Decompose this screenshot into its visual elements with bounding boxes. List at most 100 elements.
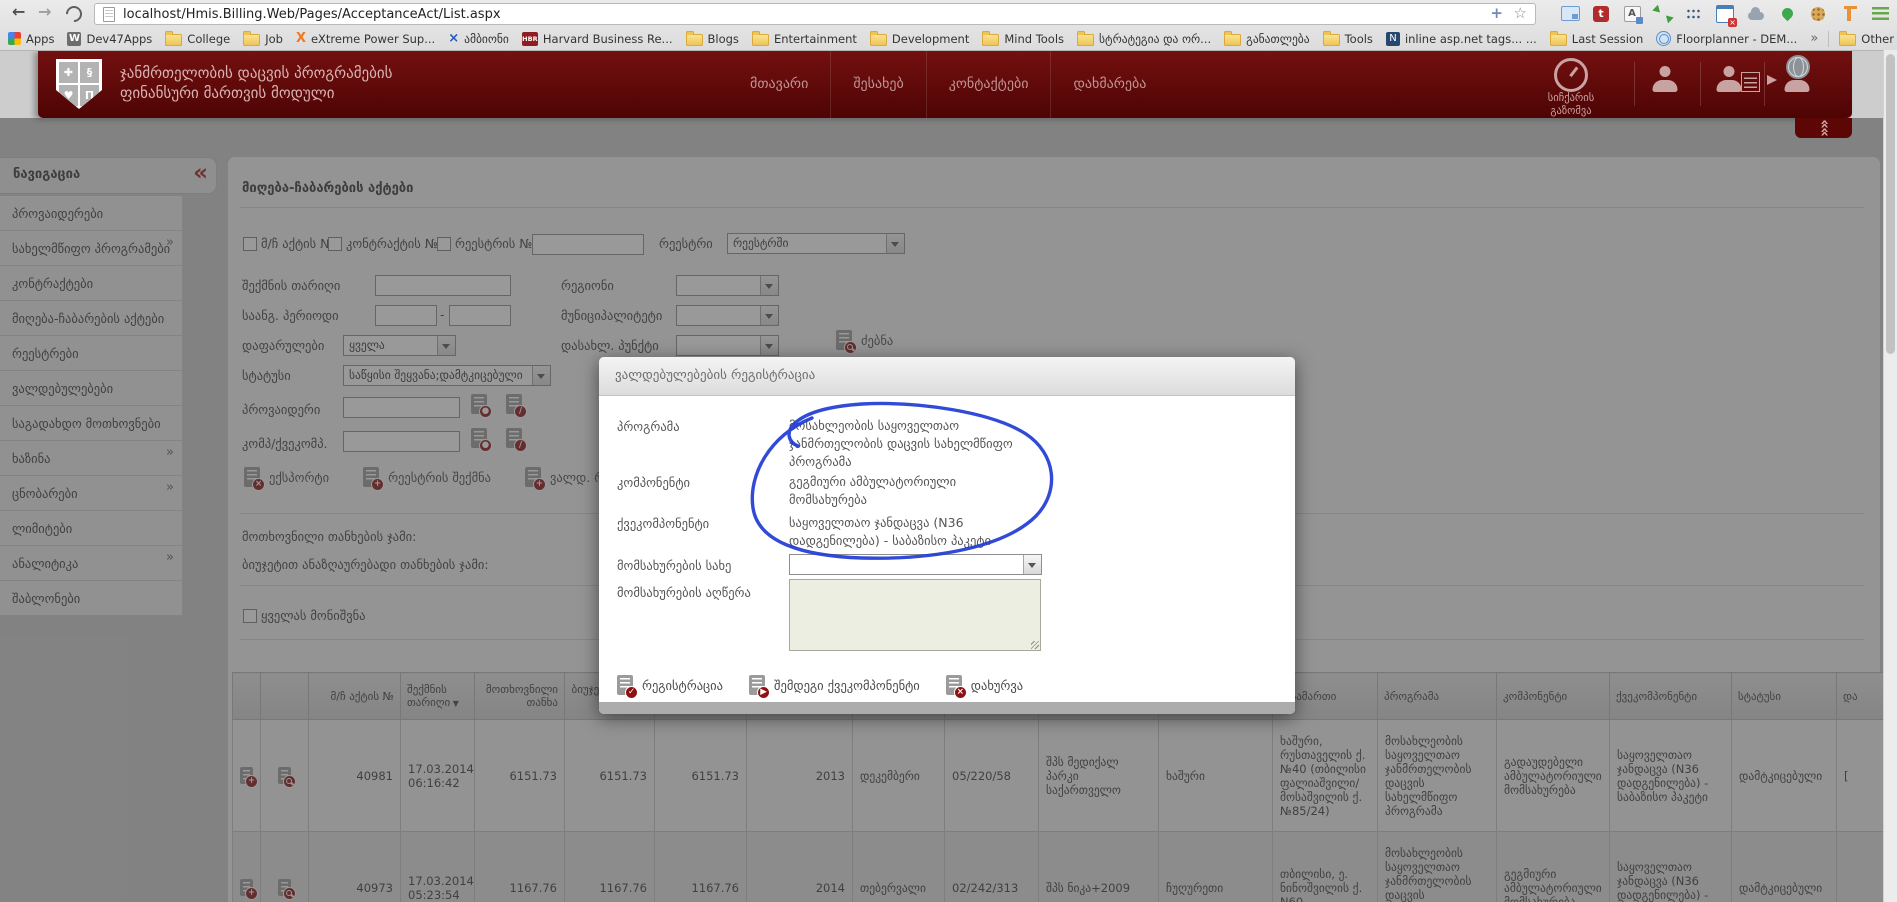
chevron-up-icon: » (1819, 127, 1827, 137)
folder-icon (1839, 34, 1856, 46)
bookmarks-overflow-chevron[interactable]: » (1810, 31, 1818, 46)
globe-icon[interactable] (1786, 55, 1810, 79)
app-header: ✚ § ♥ Π ჯანმრთელობის დაცვის პროგრამების … (38, 50, 1852, 118)
program-label: პროგრამა (617, 419, 680, 434)
app-title: ჯანმრთელობის დაცვის პროგრამების ფინანსურ… (120, 63, 393, 103)
bookmark-label: სტრატეგია და ორ... (1099, 32, 1211, 46)
back-button[interactable]: ← (12, 2, 25, 21)
heart-icon: ♥ (59, 85, 78, 106)
header-nav: მთავარიშესახებკონტაქტებიდახმარება (728, 50, 1168, 118)
folder-icon (982, 34, 999, 46)
reload-button[interactable] (63, 3, 86, 26)
cloud-icon[interactable] (1745, 4, 1767, 24)
dialog-titlebar[interactable]: ვალდებულებების რეგისტრაცია (599, 357, 1295, 396)
crane-icon (1847, 6, 1851, 21)
tampermonkey-icon: t (1593, 6, 1609, 22)
bookmark-item[interactable]: განათლება (1224, 32, 1309, 46)
bookmark-star-icon[interactable]: ☆ (1514, 4, 1527, 22)
page-icon (103, 7, 115, 22)
map-pin-icon[interactable] (1776, 4, 1798, 24)
service-desc-textarea[interactable] (789, 579, 1041, 651)
other-bookmarks-button[interactable]: Other bookmarks (1839, 32, 1897, 46)
dialog-button[interactable]: ▶ შემდეგი ქვეკომპონენტი (749, 675, 920, 695)
bookmark-label: განათლება (1246, 32, 1309, 46)
bookmark-label: Development (892, 32, 969, 46)
bookmark-label: Dev47Apps (86, 32, 152, 46)
bookmark-label: inline asp.net tags... ... (1405, 32, 1537, 46)
bookmark-item[interactable]: HBRHarvard Business Re... (522, 32, 673, 46)
bookmark-item[interactable]: Job (243, 32, 283, 46)
service-type-select[interactable] (789, 554, 1042, 575)
bookmark-label: Last Session (1572, 32, 1644, 46)
bookmark-label: Floorplanner - DEM... (1676, 32, 1797, 46)
move-icon[interactable]: + (1490, 4, 1503, 22)
scrollbar-thumb[interactable] (1886, 54, 1895, 354)
dialog-title: ვალდებულებების რეგისტრაცია (615, 368, 815, 383)
page-scrollbar[interactable] (1883, 50, 1897, 902)
caduceus-icon: § (80, 62, 99, 83)
window-icon[interactable] (1559, 4, 1581, 24)
app-logo: ✚ § ♥ Π (56, 59, 102, 109)
menu-icon[interactable] (1869, 4, 1891, 24)
speedometer-icon[interactable] (1554, 58, 1588, 92)
menu-icon (1872, 7, 1889, 20)
folder-icon (870, 34, 887, 46)
cloud-icon (1748, 12, 1764, 20)
folder-icon (686, 34, 703, 46)
nav-item[interactable]: მთავარი (728, 50, 830, 118)
nav-item[interactable]: კონტაქტები (926, 50, 1051, 118)
crane-icon[interactable] (1838, 4, 1860, 24)
bookmark-item[interactable]: XeXtreme Power Sup... (296, 31, 435, 46)
dots-grid-icon[interactable] (1683, 4, 1705, 24)
window-icon (1561, 6, 1580, 21)
bookmark-item[interactable]: Blogs (686, 32, 739, 46)
bookmark-label: College (187, 32, 230, 46)
dialog-button-label: შემდეგი ქვეკომპონენტი (774, 678, 920, 693)
calendar-icon[interactable] (1714, 4, 1736, 24)
translate-icon[interactable]: A (1621, 4, 1643, 24)
user-list-icon[interactable] (1714, 66, 1744, 92)
tampermonkey-icon[interactable]: t (1590, 4, 1612, 24)
folder-icon (243, 34, 260, 46)
folder-icon (1550, 34, 1567, 46)
speed-test-label[interactable]: სიჩქარის გაზომვა (1526, 92, 1616, 118)
nav-item[interactable]: შესახებ (830, 50, 925, 118)
document-icon: ✓ (617, 675, 633, 695)
url-bar[interactable]: localhost/Hmis.Billing.Web/Pages/Accepta… (94, 3, 1536, 25)
component-label: კომპონენტი (617, 475, 690, 490)
browser-chrome: ← → localhost/Hmis.Billing.Web/Pages/Acc… (0, 0, 1897, 51)
hbr-favicon-icon: HBR (522, 32, 538, 46)
header-collapse-flap[interactable]: » » (1795, 118, 1852, 138)
dialog-button[interactable]: ×დახურვა (946, 675, 1023, 695)
cookie-icon[interactable] (1807, 4, 1829, 24)
calendar-icon (1716, 5, 1734, 23)
bookmark-item[interactable]: Apps (8, 32, 54, 46)
service-desc-label: მომსახურების აღწერა (617, 585, 751, 600)
badge-icon: × (954, 686, 967, 699)
resize-arrows-icon[interactable] (1652, 4, 1674, 24)
folder-icon (165, 34, 182, 46)
nav-item[interactable]: დახმარება (1050, 50, 1168, 118)
bookmark-item[interactable]: College (165, 32, 230, 46)
user-icon[interactable] (1650, 66, 1680, 92)
dialog-footer (599, 702, 1295, 714)
bookmark-item[interactable]: Entertainment (752, 32, 857, 46)
bookmark-item[interactable]: Mind Tools (982, 32, 1064, 46)
bookmark-item[interactable]: Ninline asp.net tags... ... (1386, 32, 1537, 46)
column-icon: Π (80, 85, 99, 106)
bookmark-item[interactable]: WDev47Apps (67, 32, 152, 46)
bookmark-item[interactable]: სტრატეგია და ორ... (1077, 32, 1211, 46)
subcomponent-label: ქვეკომპონენტი (617, 516, 709, 531)
bookmark-item[interactable]: Development (870, 32, 969, 46)
dialog-buttons: ✓რეგისტრაცია ▶ შემდეგი ქვეკომპონენტი ×დახურ… (617, 675, 1023, 695)
dialog-button[interactable]: ✓რეგისტრაცია (617, 675, 723, 695)
document-icon: ▶ (749, 675, 765, 695)
extension-icons: tA (1559, 2, 1891, 25)
map-pin-icon (1779, 6, 1795, 22)
bookmark-item[interactable]: Last Session (1550, 32, 1644, 46)
bookmark-item[interactable]: Tools (1323, 32, 1373, 46)
bookmark-item[interactable]: Floorplanner - DEM... (1656, 31, 1797, 46)
bookmark-item[interactable]: ×ამბიონი (448, 31, 509, 46)
forward-button[interactable]: → (38, 2, 51, 21)
browser-toolbar: ← → localhost/Hmis.Billing.Web/Pages/Acc… (0, 0, 1897, 27)
